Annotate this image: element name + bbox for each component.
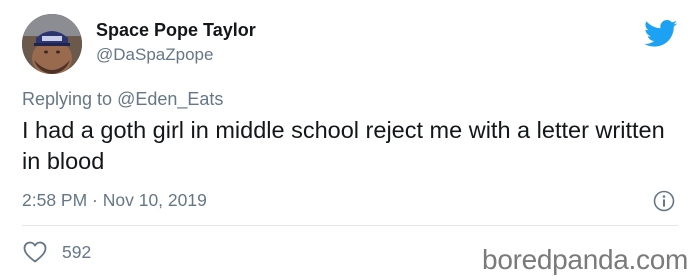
twitter-bird-icon[interactable] bbox=[644, 20, 678, 48]
watermark: boredpanda.com bbox=[482, 244, 688, 275]
avatar-image bbox=[22, 14, 82, 74]
replying-to-prefix: Replying to bbox=[22, 89, 113, 109]
author-display-name[interactable]: Space Pope Taylor bbox=[96, 20, 256, 41]
tweet-text: I had a goth girl in middle school rejec… bbox=[22, 117, 665, 174]
like-count: 592 bbox=[62, 242, 92, 262]
tweet-card: Space Pope Taylor @DaSpaZpope Replying t… bbox=[0, 0, 700, 280]
author-handle[interactable]: @DaSpaZpope bbox=[96, 45, 213, 65]
heart-icon[interactable] bbox=[23, 241, 47, 263]
avatar[interactable] bbox=[22, 14, 82, 74]
tweet-timestamp[interactable]: 2:58 PM · Nov 10, 2019 bbox=[22, 190, 207, 211]
reply-mention-link[interactable]: @Eden_Eats bbox=[117, 89, 223, 109]
info-icon[interactable] bbox=[653, 190, 675, 212]
replying-to: Replying to @Eden_Eats bbox=[22, 89, 223, 110]
divider bbox=[22, 225, 678, 226]
